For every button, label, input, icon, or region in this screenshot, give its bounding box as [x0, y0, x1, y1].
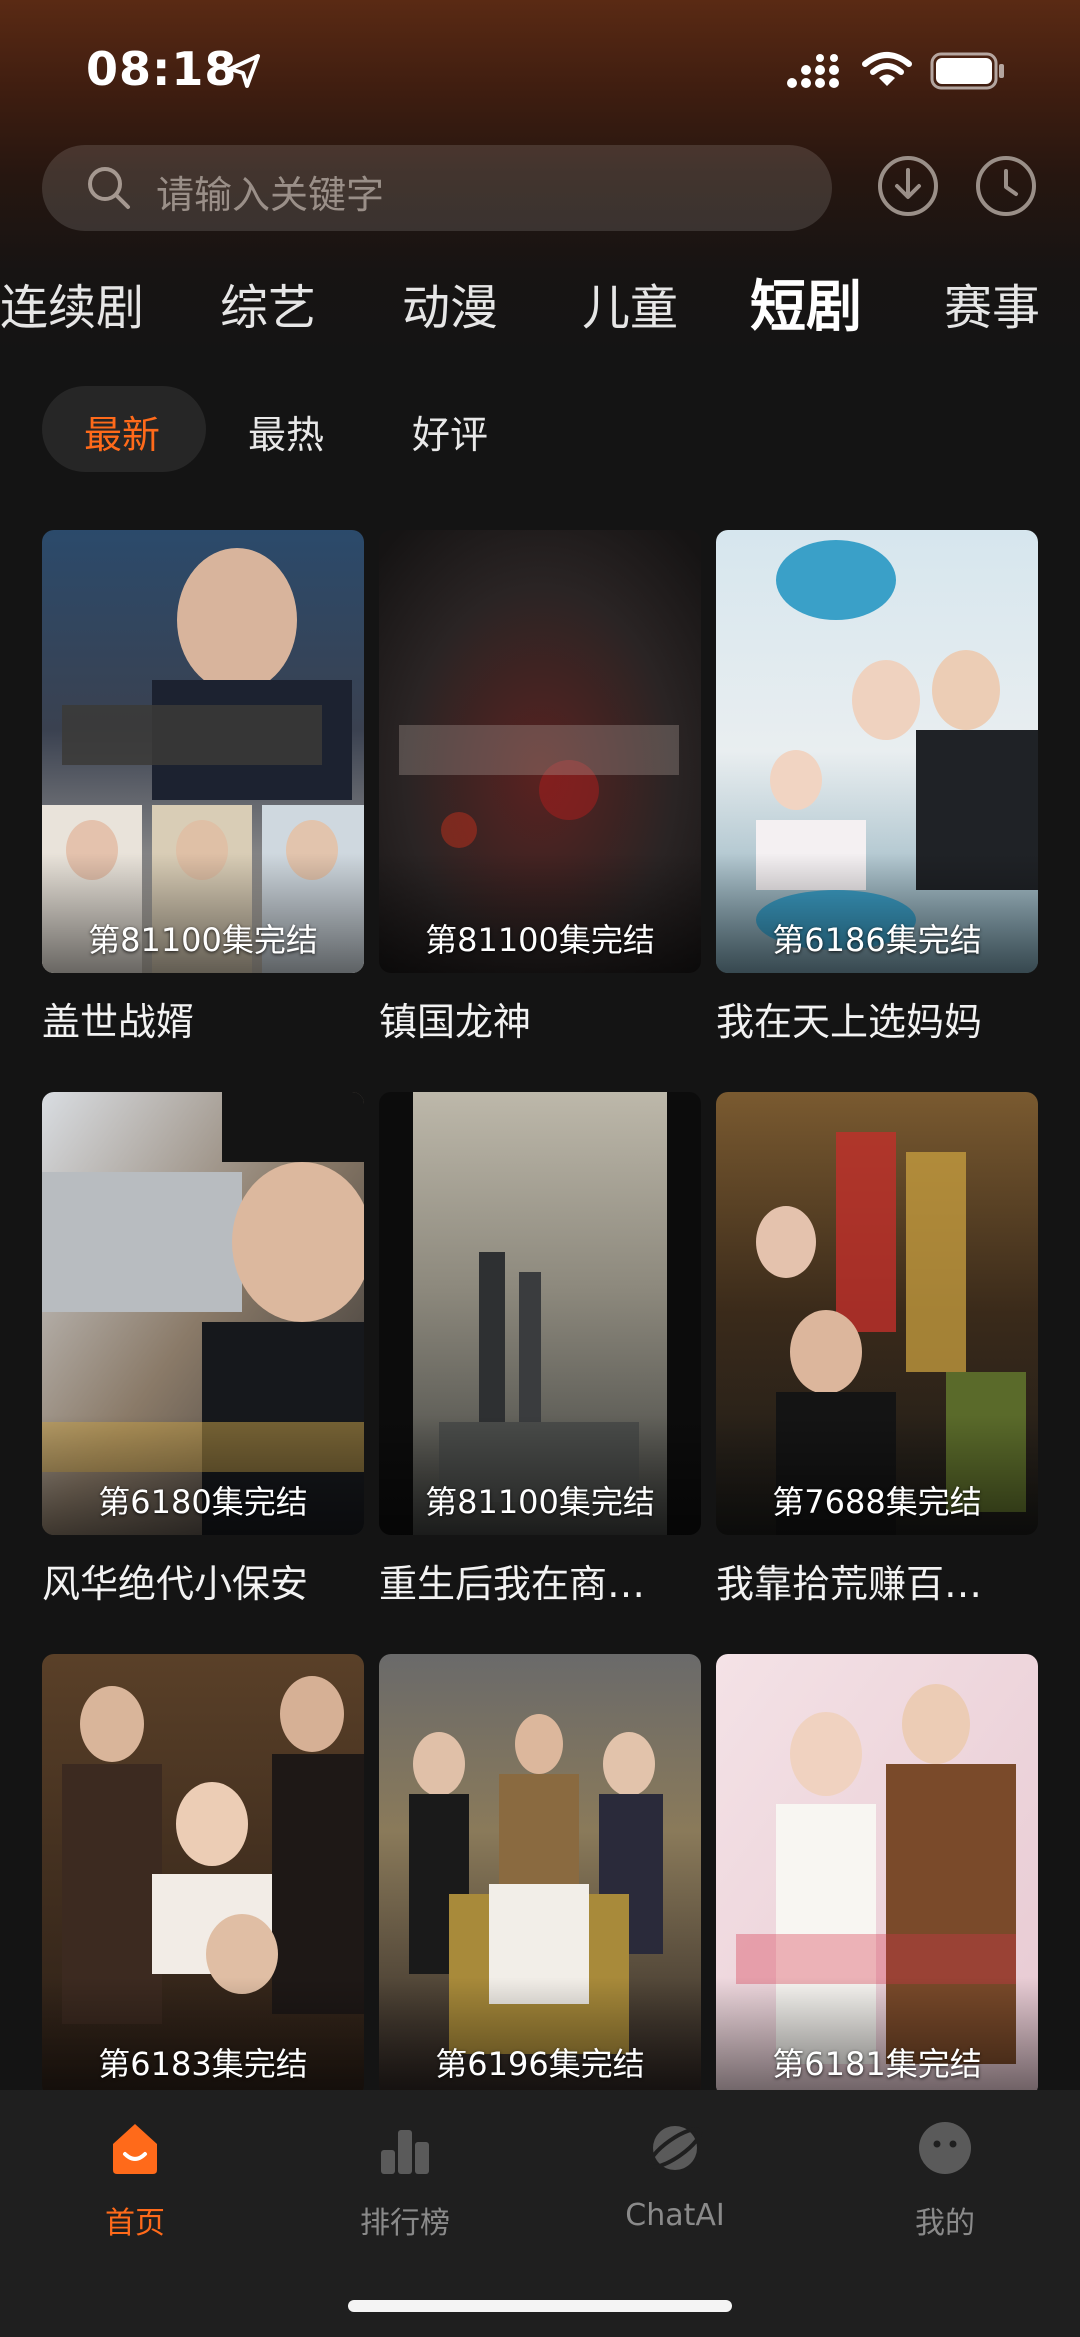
drama-card[interactable]: 第81100集完结 镇国龙神: [379, 530, 701, 1046]
drama-title: 镇国龙神: [379, 1000, 532, 1044]
drama-card[interactable]: 第6180集完结 风华绝代小保安: [42, 1092, 364, 1608]
drama-poster[interactable]: 第81100集完结: [379, 1092, 701, 1535]
episode-count: 第7688集完结: [772, 1483, 982, 1521]
tab-short-drama[interactable]: 短剧: [750, 262, 862, 343]
drama-title: 重生后我在商…: [379, 1562, 646, 1606]
episode-count: 第81100集完结: [88, 921, 318, 959]
nav-profile[interactable]: 我的: [855, 2118, 1035, 2242]
drama-poster[interactable]: 第81100集完结: [379, 530, 701, 973]
filter-top-rated[interactable]: 好评: [412, 404, 488, 459]
drama-card[interactable]: 第6186集完结 我在天上选妈妈: [716, 530, 1038, 1046]
search-icon: [88, 167, 130, 209]
drama-card[interactable]: 第6196集完结: [379, 1654, 701, 2097]
episode-count: 第6181集完结: [772, 2045, 982, 2083]
drama-card[interactable]: 第6183集完结: [42, 1654, 364, 2097]
nav-chatai[interactable]: ChatAI: [585, 2118, 765, 2233]
drama-poster[interactable]: 第6183集完结: [42, 1654, 364, 2097]
tab-series[interactable]: 连续剧: [0, 268, 144, 338]
search-placeholder: 请输入关键字: [156, 173, 385, 217]
battery-icon: [930, 52, 1004, 90]
drama-card[interactable]: 第81100集完结 重生后我在商…: [379, 1092, 701, 1608]
episode-count: 第6196集完结: [435, 2045, 645, 2083]
drama-poster[interactable]: 第6180集完结: [42, 1092, 364, 1535]
ranking-icon: [381, 2130, 429, 2174]
tab-sports[interactable]: 赛事: [944, 268, 1040, 338]
episode-count: 第6186集完结: [772, 921, 982, 959]
location-arrow-icon: [228, 54, 260, 88]
download-icon[interactable]: [876, 154, 940, 218]
tab-anime[interactable]: 动漫: [402, 268, 498, 338]
filter-latest[interactable]: 最新: [84, 404, 160, 459]
drama-poster[interactable]: 第7688集完结: [716, 1092, 1038, 1535]
nav-label: 我的: [915, 2206, 975, 2241]
wifi-icon: [862, 52, 912, 86]
drama-poster[interactable]: 第6181集完结: [716, 1654, 1038, 2097]
drama-poster[interactable]: 第6186集完结: [716, 530, 1038, 973]
episode-count: 第6180集完结: [98, 1483, 308, 1521]
tab-kids[interactable]: 儿童: [582, 268, 678, 338]
drama-card[interactable]: 第6181集完结: [716, 1654, 1038, 2097]
filter-hottest[interactable]: 最热: [248, 404, 324, 459]
home-indicator[interactable]: [348, 2300, 732, 2312]
drama-title: 我靠拾荒赚百…: [716, 1562, 983, 1606]
episode-count: 第81100集完结: [425, 1483, 655, 1521]
episode-count: 第81100集完结: [425, 921, 655, 959]
home-icon: [113, 2124, 157, 2174]
tab-variety[interactable]: 综艺: [220, 268, 316, 338]
cellular-signal-icon: [787, 54, 839, 88]
episode-count: 第6183集完结: [98, 2045, 308, 2083]
status-time: 08:18: [86, 42, 238, 96]
search-input[interactable]: 请输入关键字: [42, 145, 832, 231]
nav-home[interactable]: 首页: [45, 2118, 225, 2242]
nav-ranking[interactable]: 排行榜: [315, 2118, 495, 2242]
drama-poster[interactable]: 第6196集完结: [379, 1654, 701, 2097]
drama-card[interactable]: 第81100集完结 盖世战婿: [42, 530, 364, 1046]
category-tabs: 连续剧 综艺 动漫 儿童 短剧 赛事: [0, 268, 1080, 348]
drama-card[interactable]: 第7688集完结 我靠拾荒赚百…: [716, 1092, 1038, 1608]
history-clock-icon[interactable]: [974, 154, 1038, 218]
drama-poster[interactable]: 第81100集完结: [42, 530, 364, 973]
nav-label: ChatAI: [625, 2198, 725, 2233]
nav-label: 首页: [105, 2206, 165, 2241]
nav-label: 排行榜: [360, 2206, 450, 2241]
profile-face-icon: [919, 2122, 971, 2174]
chatai-planet-icon: [647, 2126, 703, 2170]
status-bar: 08:18: [0, 0, 1080, 140]
drama-title: 风华绝代小保安: [42, 1562, 309, 1606]
drama-title: 我在天上选妈妈: [716, 1000, 983, 1044]
drama-title: 盖世战婿: [42, 1000, 195, 1044]
